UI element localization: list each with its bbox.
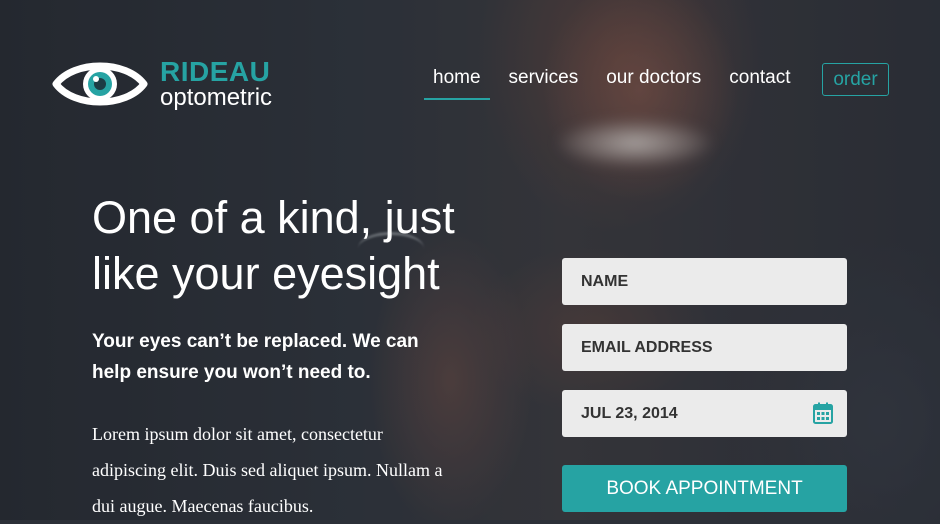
site-logo[interactable]: RIDEAU optometric [52,56,272,112]
calendar-icon[interactable] [813,402,833,424]
hero-body-text: Lorem ipsum dolor sit amet, consectetur … [92,424,443,516]
order-button[interactable]: order [822,63,889,96]
brand-name: RIDEAU [160,56,271,87]
nav-item-our-doctors[interactable]: our doctors [597,63,710,97]
eye-icon [52,62,148,106]
nav-item-contact[interactable]: contact [720,63,799,97]
nav-item-home[interactable]: home [424,63,490,100]
hero-headline: One of a kind, just like your eyesight [92,192,455,299]
name-field[interactable] [562,258,847,305]
book-appointment-button[interactable]: BOOK APPOINTMENT [562,465,847,512]
date-field[interactable]: JUL 23, 2014 [562,390,847,437]
brand-tagline: optometric [160,84,273,111]
hero-subheadline: Your eyes can’t be replaced. We can help… [92,331,419,383]
nav-item-services[interactable]: services [500,63,588,97]
date-value: JUL 23, 2014 [581,404,678,422]
main-nav: home services our doctors contact [424,63,800,103]
logo-text: RIDEAU optometric [160,58,272,110]
email-field[interactable] [562,324,847,371]
